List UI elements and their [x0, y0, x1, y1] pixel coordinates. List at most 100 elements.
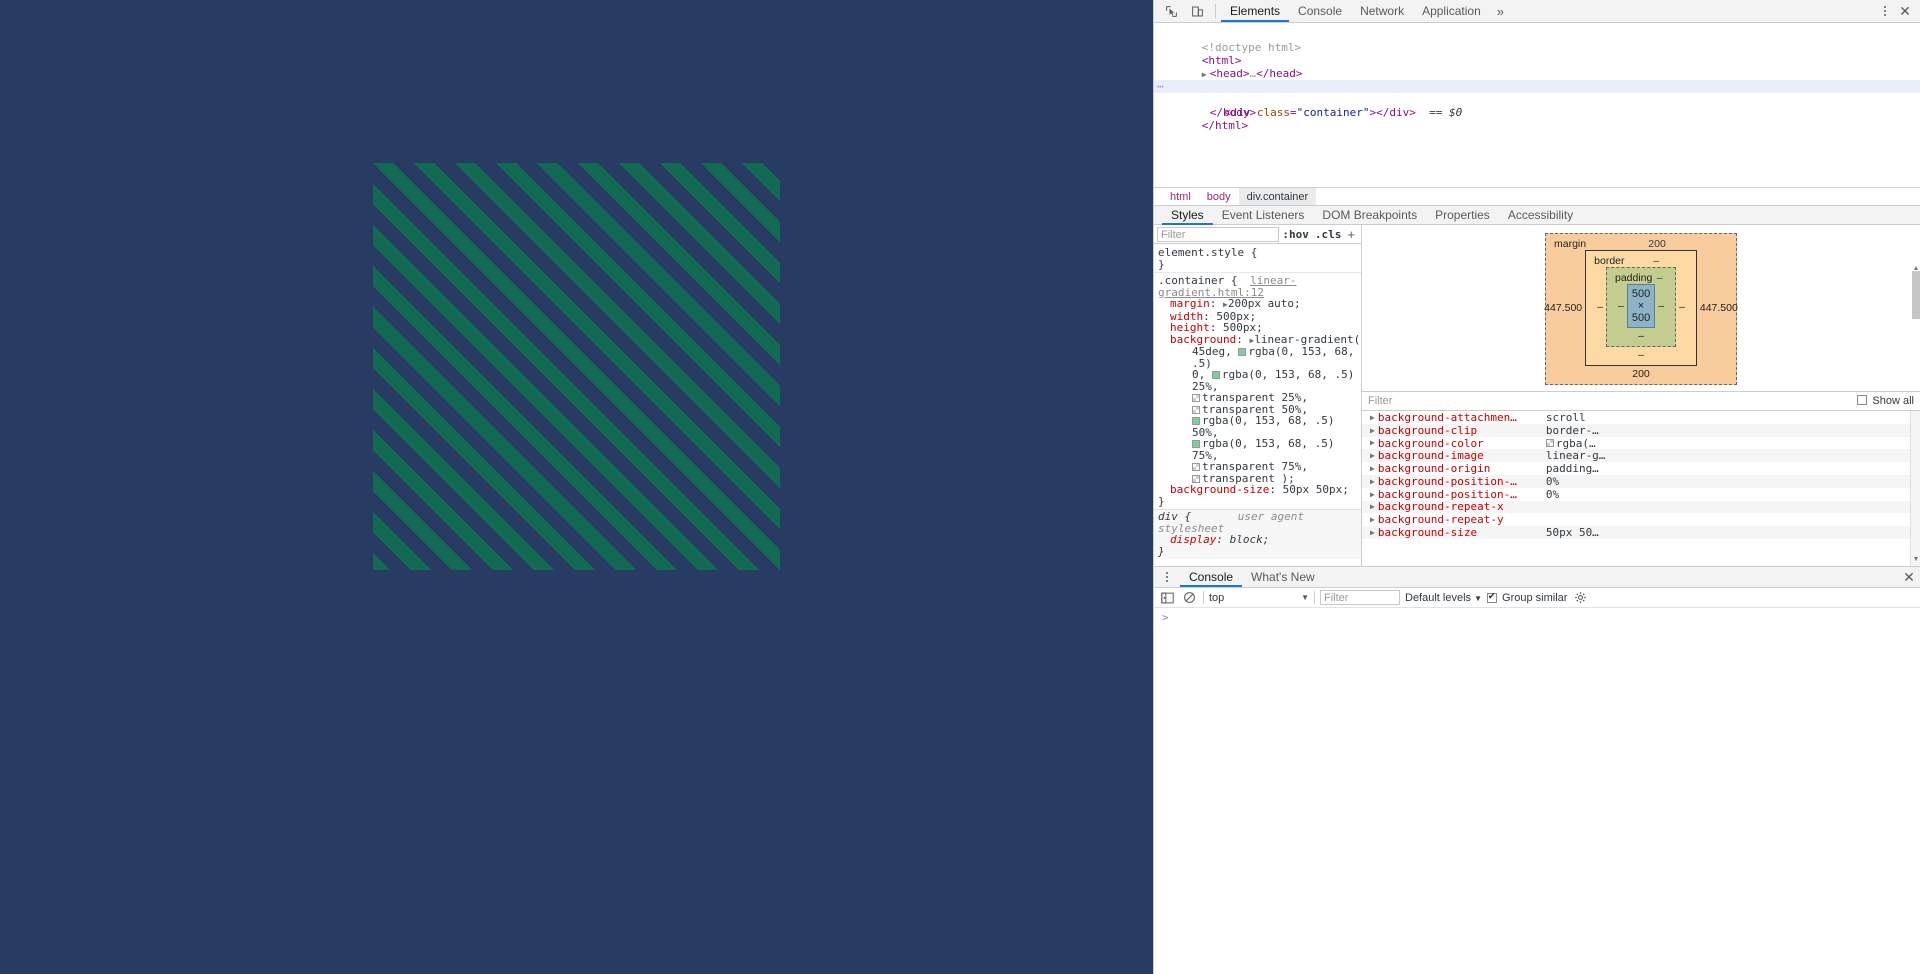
computed-property-row[interactable]: ▶ background-repeat-y	[1362, 513, 1910, 526]
chevron-down-icon[interactable]: ▼	[1301, 593, 1309, 602]
expand-caret-icon[interactable]: ▶	[1370, 451, 1375, 460]
drawer-tab-console[interactable]: Console	[1180, 567, 1242, 587]
inspect-cursor-icon[interactable]	[1158, 1, 1184, 22]
console-levels-select[interactable]: Default levels ▼	[1405, 592, 1482, 604]
css-property-value[interactable]: linear-gradient(	[1254, 333, 1360, 346]
console-filter-input[interactable]: Filter	[1320, 590, 1400, 605]
color-swatch-icon[interactable]	[1238, 348, 1247, 356]
color-swatch-icon[interactable]	[1545, 438, 1554, 447]
color-swatch-icon[interactable]	[1192, 405, 1200, 414]
console-output[interactable]: >	[1154, 608, 1920, 974]
css-rule-user-agent[interactable]: div { user agent stylesheet display: blo…	[1154, 509, 1361, 559]
tab-application[interactable]: Application	[1413, 0, 1490, 22]
breadcrumb-item-body[interactable]: body	[1199, 188, 1239, 206]
dom-tree[interactable]: <!doctype html> <html> ▶<head>…</head> ▼…	[1154, 23, 1920, 187]
computed-property-row[interactable]: ▶ background-repeat-x	[1362, 500, 1910, 513]
tab-properties[interactable]: Properties	[1426, 206, 1499, 225]
box-model-margin-top[interactable]: 200	[1586, 238, 1728, 250]
collapsed-children-icon[interactable]: ⋯	[1157, 80, 1164, 93]
computed-property-row[interactable]: ▶ background-attachmen… scroll	[1362, 411, 1910, 424]
expand-caret-icon[interactable]: ▶	[1370, 502, 1375, 511]
color-swatch-icon[interactable]	[1192, 440, 1200, 448]
computed-property-row[interactable]: ▶ background-origin padding…	[1362, 462, 1910, 475]
checkbox-icon[interactable]	[1857, 395, 1868, 405]
expand-caret-icon[interactable]: ▶	[1370, 528, 1375, 537]
box-model-border-right[interactable]: –	[1676, 301, 1688, 313]
computed-property-row[interactable]: ▶ background-clip border-…	[1362, 424, 1910, 437]
device-toolbar-icon[interactable]	[1184, 1, 1210, 22]
dom-line[interactable]: <!doctype html>	[1154, 28, 1920, 54]
css-property-value[interactable]: 50px 50px;	[1283, 483, 1349, 496]
box-model-padding-right[interactable]: –	[1655, 300, 1667, 312]
styles-filter-input[interactable]: Filter	[1157, 226, 1280, 242]
css-rule-element-style[interactable]: element.style { }	[1154, 246, 1361, 272]
expand-caret-icon[interactable]: ▶	[1370, 477, 1375, 486]
breadcrumb-item-html[interactable]: html	[1162, 188, 1199, 206]
expand-caret-icon[interactable]: ▶	[1370, 426, 1375, 435]
drawer-tab-whats-new[interactable]: What's New	[1242, 567, 1324, 587]
dom-line[interactable]: </body>	[1154, 93, 1920, 119]
gear-icon[interactable]	[1572, 590, 1589, 606]
drawer-close-icon[interactable]: ✕	[1898, 567, 1920, 587]
tab-elements[interactable]: Elements	[1221, 0, 1289, 22]
expand-caret-icon[interactable]: ▶	[1370, 490, 1375, 499]
css-gradient-stop[interactable]: 0, rgba(0, 153, 68, .5) 25%,	[1158, 369, 1361, 392]
box-model-padding-bottom[interactable]: –	[1615, 328, 1667, 342]
scrollbar-thumb[interactable]	[1912, 271, 1920, 319]
color-swatch-icon[interactable]	[1211, 371, 1220, 379]
box-model-border[interactable]: border – – padding – – 500 × 500 – – – –	[1585, 250, 1697, 366]
dom-line[interactable]: </html>	[1154, 106, 1920, 132]
tab-accessibility[interactable]: Accessibility	[1499, 206, 1582, 225]
css-property-value[interactable]: 200px auto;	[1228, 297, 1301, 310]
dom-line[interactable]: ▼<body>	[1154, 67, 1920, 93]
console-sidebar-icon[interactable]	[1159, 590, 1176, 606]
box-model-margin-left[interactable]: 447.500	[1541, 302, 1585, 314]
computed-property-row[interactable]: ▶ background-image linear-g…	[1362, 449, 1910, 462]
new-style-rule-button[interactable]: +	[1344, 227, 1358, 242]
css-gradient-stop[interactable]: 45deg, rgba(0, 153, 68, .5)	[1158, 346, 1361, 369]
computed-property-row[interactable]: ▶ background-position-… 0%	[1362, 488, 1910, 501]
show-all-checkbox[interactable]: Show all	[1857, 395, 1914, 407]
dom-line-selected[interactable]: ⋯ <div class="container"></div> == $0	[1154, 80, 1920, 119]
scroll-down-icon[interactable]: ▼	[1911, 554, 1920, 564]
console-prompt[interactable]: >	[1154, 611, 1920, 624]
color-swatch-icon[interactable]	[1192, 417, 1200, 425]
computed-filter-input[interactable]: Filter	[1368, 395, 1857, 407]
close-icon[interactable]: ✕	[1894, 1, 1916, 21]
hov-toggle[interactable]: :hov	[1279, 228, 1312, 241]
css-gradient-stop[interactable]: rgba(0, 153, 68, .5) 75%,	[1158, 438, 1361, 461]
color-swatch-icon[interactable]	[1192, 463, 1200, 471]
css-selector[interactable]: element.style {	[1158, 247, 1361, 259]
checkbox-checked-icon[interactable]	[1487, 591, 1498, 603]
group-similar-checkbox[interactable]: Group similar	[1487, 591, 1567, 604]
tab-network[interactable]: Network	[1351, 0, 1413, 22]
css-gradient-stop[interactable]: rgba(0, 153, 68, .5) 50%,	[1158, 415, 1361, 438]
box-model-margin[interactable]: margin 200 447.500 border – – padding – …	[1544, 233, 1738, 385]
css-declaration-background-size[interactable]: background-size: 50px 50px;	[1158, 484, 1361, 496]
breadcrumb-item-div-container[interactable]: div.container	[1238, 187, 1317, 206]
computed-properties-list[interactable]: ▶ background-attachmen… scroll ▶ background…	[1362, 411, 1910, 566]
container-striped-box[interactable]	[373, 163, 780, 570]
clear-console-icon[interactable]	[1181, 590, 1198, 606]
color-swatch-icon[interactable]	[1192, 394, 1200, 402]
box-model-border-top[interactable]: –	[1625, 255, 1688, 267]
color-swatch-icon[interactable]	[1192, 474, 1200, 483]
box-model-border-left[interactable]: –	[1594, 301, 1606, 313]
computed-property-row[interactable]: ▶ background-position-… 0%	[1362, 475, 1910, 488]
tab-console[interactable]: Console	[1289, 0, 1351, 22]
box-model-border-bottom[interactable]: –	[1594, 347, 1688, 361]
drawer-menu-icon[interactable]	[1158, 568, 1176, 586]
cls-toggle[interactable]: .cls	[1312, 228, 1345, 241]
computed-property-row[interactable]: ▶ background-size 50px 50…	[1362, 526, 1910, 539]
expand-caret-icon[interactable]: ▶	[1370, 438, 1375, 447]
box-model-padding[interactable]: padding – – 500 × 500 – –	[1605, 267, 1677, 347]
box-model-content[interactable]: 500 × 500	[1626, 284, 1656, 328]
computed-property-row[interactable]: ▶ background-color rgba(…	[1362, 437, 1910, 450]
tab-event-listeners[interactable]: Event Listeners	[1213, 206, 1314, 225]
tab-styles[interactable]: Styles	[1162, 206, 1213, 225]
box-model-margin-bottom[interactable]: 200	[1554, 366, 1728, 380]
expand-caret-icon[interactable]: ▶	[1370, 413, 1375, 422]
computed-scrollbar[interactable]: ▲ ▼	[1910, 265, 1920, 566]
expand-caret-icon[interactable]: ▶	[1370, 464, 1375, 473]
dom-line[interactable]: ▶ <head>…</head>	[1154, 54, 1920, 80]
